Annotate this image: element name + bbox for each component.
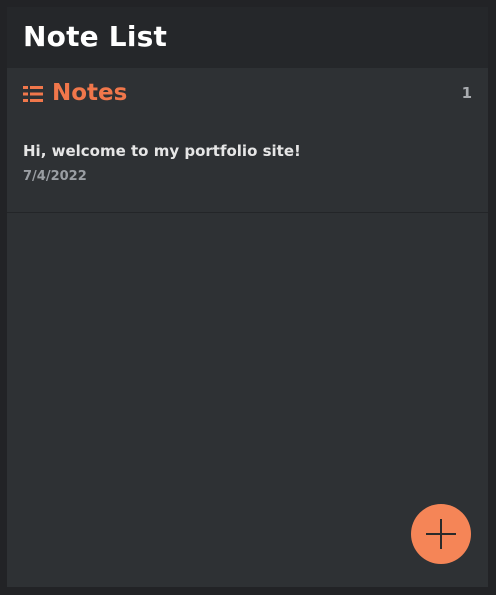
- app-header: Note List: [7, 7, 488, 68]
- note-list-item[interactable]: Hi, welcome to my portfolio site! 7/4/20…: [7, 118, 488, 213]
- note-title: Hi, welcome to my portfolio site!: [23, 142, 301, 160]
- notes-section-header: Notes 1: [7, 68, 488, 118]
- add-note-button[interactable]: [411, 504, 471, 564]
- section-title: Notes: [52, 80, 128, 106]
- note-list-panel: Note List Notes 1 Hi, welcome to my port…: [7, 7, 488, 587]
- plus-icon: [425, 518, 457, 550]
- notes-count-badge: 1: [461, 84, 472, 102]
- list-icon: [23, 85, 43, 103]
- page-title: Note List: [23, 20, 168, 53]
- note-date: 7/4/2022: [23, 169, 87, 184]
